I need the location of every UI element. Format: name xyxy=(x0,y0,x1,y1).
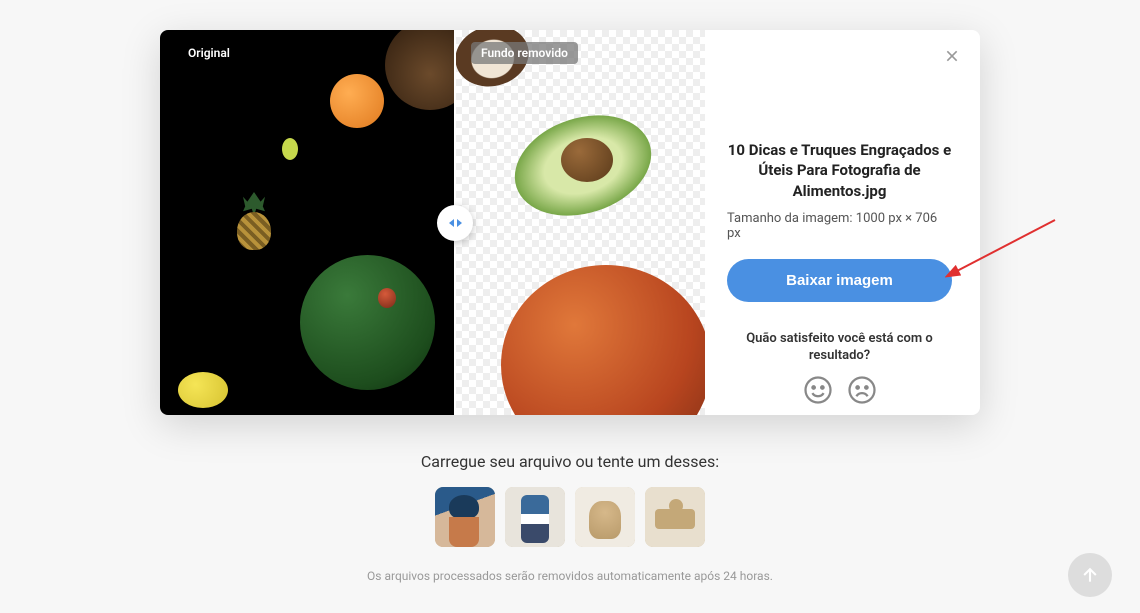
file-title: 10 Dicas e Truques Engraçados e Úteis Pa… xyxy=(727,140,952,201)
happy-face-button[interactable] xyxy=(803,375,833,405)
sample-thumb-4[interactable] xyxy=(645,487,705,547)
close-button[interactable] xyxy=(940,44,964,68)
arrow-right-icon xyxy=(457,219,462,227)
page-content: Carregue seu arquivo ou tente um desses:… xyxy=(0,452,1140,583)
avocado-half xyxy=(513,118,653,213)
compare-slider-handle[interactable] xyxy=(437,205,473,241)
sample-thumb-1[interactable] xyxy=(435,487,495,547)
auto-delete-note: Os arquivos processados serão removidos … xyxy=(0,569,1140,583)
image-compare: Original Fundo removido xyxy=(160,30,705,415)
upload-prompt: Carregue seu arquivo ou tente um desses: xyxy=(0,452,1140,471)
pomegranate-fruit xyxy=(501,265,705,415)
original-image: Original xyxy=(160,30,455,415)
sample-thumbs xyxy=(0,487,1140,547)
removed-badge: Fundo removido xyxy=(471,42,578,64)
orange-fruit xyxy=(330,74,384,128)
sample-thumb-3[interactable] xyxy=(575,487,635,547)
coconut-half xyxy=(385,30,455,110)
result-modal: Original Fundo removido xyxy=(160,30,980,415)
image-dimensions: Tamanho da imagem: 1000 px × 706 px xyxy=(727,211,952,241)
close-icon xyxy=(944,48,960,64)
satisfaction-faces xyxy=(803,375,877,405)
original-badge: Original xyxy=(178,42,240,64)
scroll-top-button[interactable] xyxy=(1068,553,1112,597)
removed-bg-image: Fundo removido xyxy=(455,30,705,415)
watermelon-fruit xyxy=(300,255,435,390)
info-panel: 10 Dicas e Truques Engraçados e Úteis Pa… xyxy=(705,30,980,415)
sad-face-button[interactable] xyxy=(847,375,877,405)
lime-fruit xyxy=(282,138,298,160)
pineapple-fruit xyxy=(235,192,273,250)
sample-thumb-2[interactable] xyxy=(505,487,565,547)
lemon-fruit xyxy=(178,372,228,408)
satisfaction-question: Quão satisfeito você está com o resultad… xyxy=(727,330,952,365)
arrow-up-icon xyxy=(1080,565,1100,585)
download-button[interactable]: Baixar imagem xyxy=(727,259,952,302)
arrow-left-icon xyxy=(449,219,454,227)
small-apple xyxy=(378,288,396,308)
